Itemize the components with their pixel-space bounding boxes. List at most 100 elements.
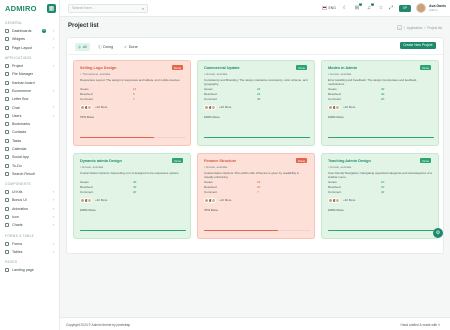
more-members[interactable]: +10 More [343, 105, 355, 109]
tab-done[interactable]: ✓ Done [121, 43, 141, 51]
comment-value: 40 [257, 96, 261, 101]
settings-gear-icon[interactable]: ⚙ [433, 228, 443, 238]
cart-icon [5, 88, 9, 93]
resolved-label: Resolved [204, 184, 217, 189]
sidebar-item-page-layout[interactable]: Page Layout › [0, 44, 59, 52]
sidebar-item-social-app[interactable]: Social App [0, 153, 59, 161]
progress-label: 100% Done [204, 115, 220, 120]
comment-row: Comment 20 [80, 190, 184, 195]
team-avatars: +10 More [204, 104, 308, 110]
sidebar-item-label: Widgets [12, 37, 25, 42]
sidebar-item-kanban-board[interactable]: Kanban board [0, 78, 59, 86]
project-title[interactable]: Teaching Admin Design [328, 159, 432, 163]
moon-icon[interactable]: ☾ [342, 5, 348, 11]
sidebar-item-contacts[interactable]: Contacts [0, 128, 59, 136]
comment-label: Comment [80, 96, 94, 101]
sidebar-item-users[interactable]: Users › [0, 112, 59, 120]
sidebar-item-bonus-ui[interactable]: Bonus Ui › [0, 196, 59, 204]
project-meta-text: Envato, australia [206, 165, 228, 169]
more-members[interactable]: +10 More [219, 105, 231, 109]
comment-value: 20 [133, 189, 137, 194]
tab-label: All [82, 45, 87, 50]
sidebar-item-tables[interactable]: Tables › [0, 248, 59, 256]
search-input[interactable]: Search here... ⌕ [68, 3, 148, 13]
avatar [87, 197, 93, 203]
project-card[interactable]: Teaching Admin Design Done ⌖ Envato, aus… [321, 153, 439, 239]
brand-logo[interactable]: ADMIRO [5, 4, 37, 13]
sidebar-item-icon[interactable]: Icon › [0, 213, 59, 221]
home-icon[interactable]: ⌂ [396, 25, 402, 30]
sidebar-item-bookmarks[interactable]: Bookmarks [0, 120, 59, 128]
sidebar-item-ecommerce[interactable]: Ecommerce › [0, 87, 59, 95]
chevron-right-icon: › [52, 105, 54, 110]
sidebar-item-search-result[interactable]: Search Result [0, 170, 59, 178]
more-members[interactable]: +10 More [95, 198, 107, 202]
project-card[interactable]: Dynamic admin Design Done ⌖ Envato, aust… [73, 153, 191, 239]
project-title[interactable]: Modes in Admin [328, 66, 432, 70]
sidebar-section-title: Forms & Table [5, 233, 35, 238]
tab-all[interactable]: ◎ All [75, 43, 90, 52]
project-title[interactable]: Finance Structure [204, 159, 308, 163]
sidebar-item-project[interactable]: Project › [0, 62, 59, 70]
project-description: Error Handling and Feedback: The design … [328, 79, 417, 86]
sidebar-item-to-do[interactable]: To-Do [0, 161, 59, 169]
issues-row: Issues 10 [328, 180, 432, 185]
widget-icon [5, 37, 9, 42]
progress-fill [204, 136, 310, 138]
divider [67, 54, 443, 55]
project-description: User-friendly Navigation: Navigating org… [328, 172, 432, 179]
breadcrumb: ⌂ / Application / Project list [396, 25, 442, 30]
language-selector[interactable]: ENG [322, 6, 336, 10]
sidebar-item-label: Dashboards [12, 29, 32, 34]
project-title[interactable]: Commercial Update [204, 66, 308, 70]
sidebar-item-label: Calendar [12, 147, 27, 151]
user-profile[interactable]: Ava Davis Admin [416, 3, 446, 13]
search-placeholder: Search here... [72, 6, 95, 10]
sidebar-item-dashboards[interactable]: Dashboards 3 › [0, 27, 59, 35]
more-members[interactable]: +10 More [219, 198, 231, 202]
project-card[interactable]: Modes in Admin Done ⌖ Envato, australia … [321, 60, 439, 146]
more-members[interactable]: +10 More [343, 198, 355, 202]
sidebar-item-label: Charts [12, 223, 23, 228]
chevron-right-icon: › [52, 198, 54, 203]
comment-value: 7 [133, 96, 135, 101]
breadcrumb-item[interactable]: Application [407, 26, 423, 30]
star-icon[interactable]: ☆ [378, 5, 384, 11]
sidebar-item-charts[interactable]: Charts › [0, 221, 59, 229]
xp-button[interactable]: XP [399, 4, 411, 12]
sidebar-item-animation[interactable]: Animation › [0, 205, 59, 213]
project-description: Responsive Layout: The design is respons… [80, 79, 181, 82]
cart-icon[interactable]: ⊞ 4 [354, 3, 362, 11]
sidebar-item-widgets[interactable]: Widgets › [0, 35, 59, 43]
sidebar-item-chat[interactable]: Chat › [0, 103, 59, 111]
sidebar-item-ui-kits[interactable]: Ui Kits › [0, 188, 59, 196]
search-icon[interactable]: ⌕ [139, 6, 147, 11]
fullscreen-icon[interactable]: ⤢ [388, 5, 394, 11]
create-project-button[interactable]: Create New Project [399, 42, 436, 49]
sidebar-item-tasks[interactable]: Tasks [0, 137, 59, 145]
sidebar-item-landing-page[interactable]: Landing page [0, 266, 59, 274]
project-card[interactable]: Commercial Update Done ⌖ Envato, austral… [197, 60, 315, 146]
progress-label: 100% Done [328, 208, 344, 213]
sidebar-item-calendar[interactable]: Calendar [0, 145, 59, 153]
main-content: Project list ⌂ / Application / Project l… [60, 17, 450, 317]
more-members[interactable]: +10 More [95, 105, 107, 109]
bell-icon[interactable]: ♫ 4 [366, 3, 374, 11]
resolved-value: 5 [133, 91, 135, 96]
sidebar-item-file-manager[interactable]: File Manager [0, 70, 59, 78]
progress-fill [328, 136, 434, 138]
sidebar-item-forms[interactable]: Forms › [0, 240, 59, 248]
project-title[interactable]: Selling Logo Design [80, 66, 184, 70]
project-card[interactable]: Finance Structure Doing ⌖ Envato, austra… [197, 153, 315, 239]
progress-bar [80, 136, 186, 138]
sidebar-item-letter-box[interactable]: Letter Box [0, 95, 59, 103]
project-card[interactable]: Selling Logo Design Doing ⌖ Themeforest,… [73, 60, 191, 146]
tab-doing[interactable]: ⓘ Doing [95, 43, 116, 51]
issues-label: Issues [204, 86, 213, 91]
sidebar-item-label: To-Do [12, 163, 22, 168]
project-title[interactable]: Dynamic admin Design [80, 159, 184, 163]
grid-icon[interactable]: ▦ [47, 4, 56, 13]
comment-value: 40 [381, 189, 385, 194]
progress-fill [80, 136, 155, 138]
resolved-row: Resolved 40 [328, 92, 432, 97]
